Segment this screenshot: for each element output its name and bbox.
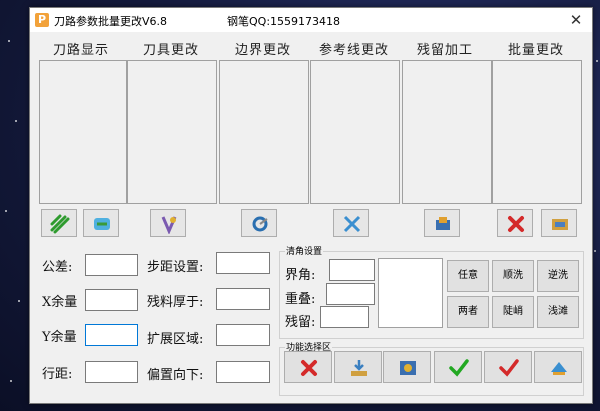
direction-conventional-button[interactable]: 逆洗 [537, 260, 579, 292]
y-stock-label: Y余量 [42, 330, 77, 345]
settings-function-button[interactable] [383, 351, 431, 383]
show-toolpath-button[interactable] [41, 209, 77, 237]
apply-function-button[interactable] [484, 351, 532, 383]
batch-icon [551, 362, 567, 375]
header-batch-change: 批量更改 [507, 43, 564, 58]
refresh-toolpath-button[interactable] [83, 209, 119, 237]
close-icon [301, 360, 317, 376]
residual-thickness-input[interactable] [216, 288, 270, 310]
row-spacing-label: 行距: [42, 367, 73, 382]
corner-settings-title: 清角设置 [285, 244, 324, 257]
x-stock-label: X余量 [42, 295, 78, 310]
confirm-function-button[interactable] [434, 351, 482, 383]
boundary-angle-input[interactable] [329, 259, 375, 281]
refresh-icon [94, 218, 110, 230]
checkmark-icon [449, 359, 469, 377]
batch-process-function-button[interactable] [534, 351, 582, 383]
direction-both-button[interactable]: 两者 [447, 296, 489, 328]
red-check-icon [499, 359, 519, 377]
reference-list[interactable] [310, 60, 400, 204]
rest-icon [436, 217, 450, 230]
batch-list[interactable] [492, 60, 582, 204]
steep-button[interactable]: 陡峭 [492, 296, 534, 328]
boundary-list[interactable] [219, 60, 309, 204]
change-tool-button[interactable] [150, 209, 186, 237]
boundary-angle-label: 界角: [285, 268, 316, 283]
change-reference-button[interactable] [333, 209, 369, 237]
gear-icon [400, 361, 416, 375]
y-stock-input[interactable] [85, 324, 138, 346]
close-icon [508, 216, 524, 232]
header-tool-change: 刀具更改 [142, 43, 199, 58]
header-rest-machining: 残留加工 [416, 43, 473, 58]
stepdown-input[interactable] [216, 252, 270, 274]
delete-button[interactable] [497, 209, 533, 237]
offset-down-input[interactable] [216, 361, 270, 383]
window-title: 刀路参数批量更改V6.8 [54, 15, 168, 28]
import-icon [351, 360, 367, 376]
overlap-label: 重叠: [285, 292, 316, 307]
tolerance-input[interactable] [85, 254, 138, 276]
cancel-function-button[interactable] [284, 351, 332, 383]
batch-icon [552, 219, 568, 230]
overlap-input[interactable] [326, 283, 375, 305]
author-contact: 钢笔QQ:1559173418 [227, 15, 341, 28]
header-boundary-change: 边界更改 [234, 43, 291, 58]
direction-climb-button[interactable]: 顺洗 [492, 260, 534, 292]
app-icon: P [35, 13, 49, 27]
corner-preview-box [378, 258, 443, 328]
change-boundary-button[interactable] [241, 209, 277, 237]
tolerance-label: 公差: [42, 260, 73, 275]
row-spacing-input[interactable] [85, 361, 138, 383]
rest-machining-button[interactable] [424, 209, 460, 237]
close-button[interactable]: ✕ [565, 9, 587, 31]
x-stock-input[interactable] [85, 289, 138, 311]
residual-thickness-label: 残料厚于: [147, 295, 204, 310]
title-bar: P 刀路参数批量更改V6.8 钢笔QQ:1559173418 ✕ [30, 8, 592, 32]
tool-icon [161, 216, 177, 234]
residual-input[interactable] [320, 306, 369, 328]
direction-any-button[interactable]: 任意 [447, 260, 489, 292]
tool-list[interactable] [127, 60, 217, 204]
expand-area-input[interactable] [216, 324, 270, 346]
shallow-button[interactable]: 浅滩 [537, 296, 579, 328]
batch-apply-button[interactable] [541, 209, 577, 237]
residual-label: 残留: [285, 315, 316, 330]
toolpath-icon [50, 214, 70, 234]
main-window: P 刀路参数批量更改V6.8 钢笔QQ:1559173418 ✕ 刀路显示 刀具… [29, 7, 593, 404]
reference-icon [343, 215, 361, 233]
boundary-icon [252, 216, 268, 232]
import-function-button[interactable] [334, 351, 382, 383]
rest-list[interactable] [402, 60, 492, 204]
stepdown-label: 步距设置: [147, 260, 204, 275]
header-reference-change: 参考线更改 [318, 43, 389, 58]
header-toolpath-display: 刀路显示 [52, 43, 109, 58]
expand-area-label: 扩展区域: [147, 332, 204, 347]
toolpath-list[interactable] [39, 60, 127, 204]
offset-down-label: 偏置向下: [147, 368, 204, 383]
